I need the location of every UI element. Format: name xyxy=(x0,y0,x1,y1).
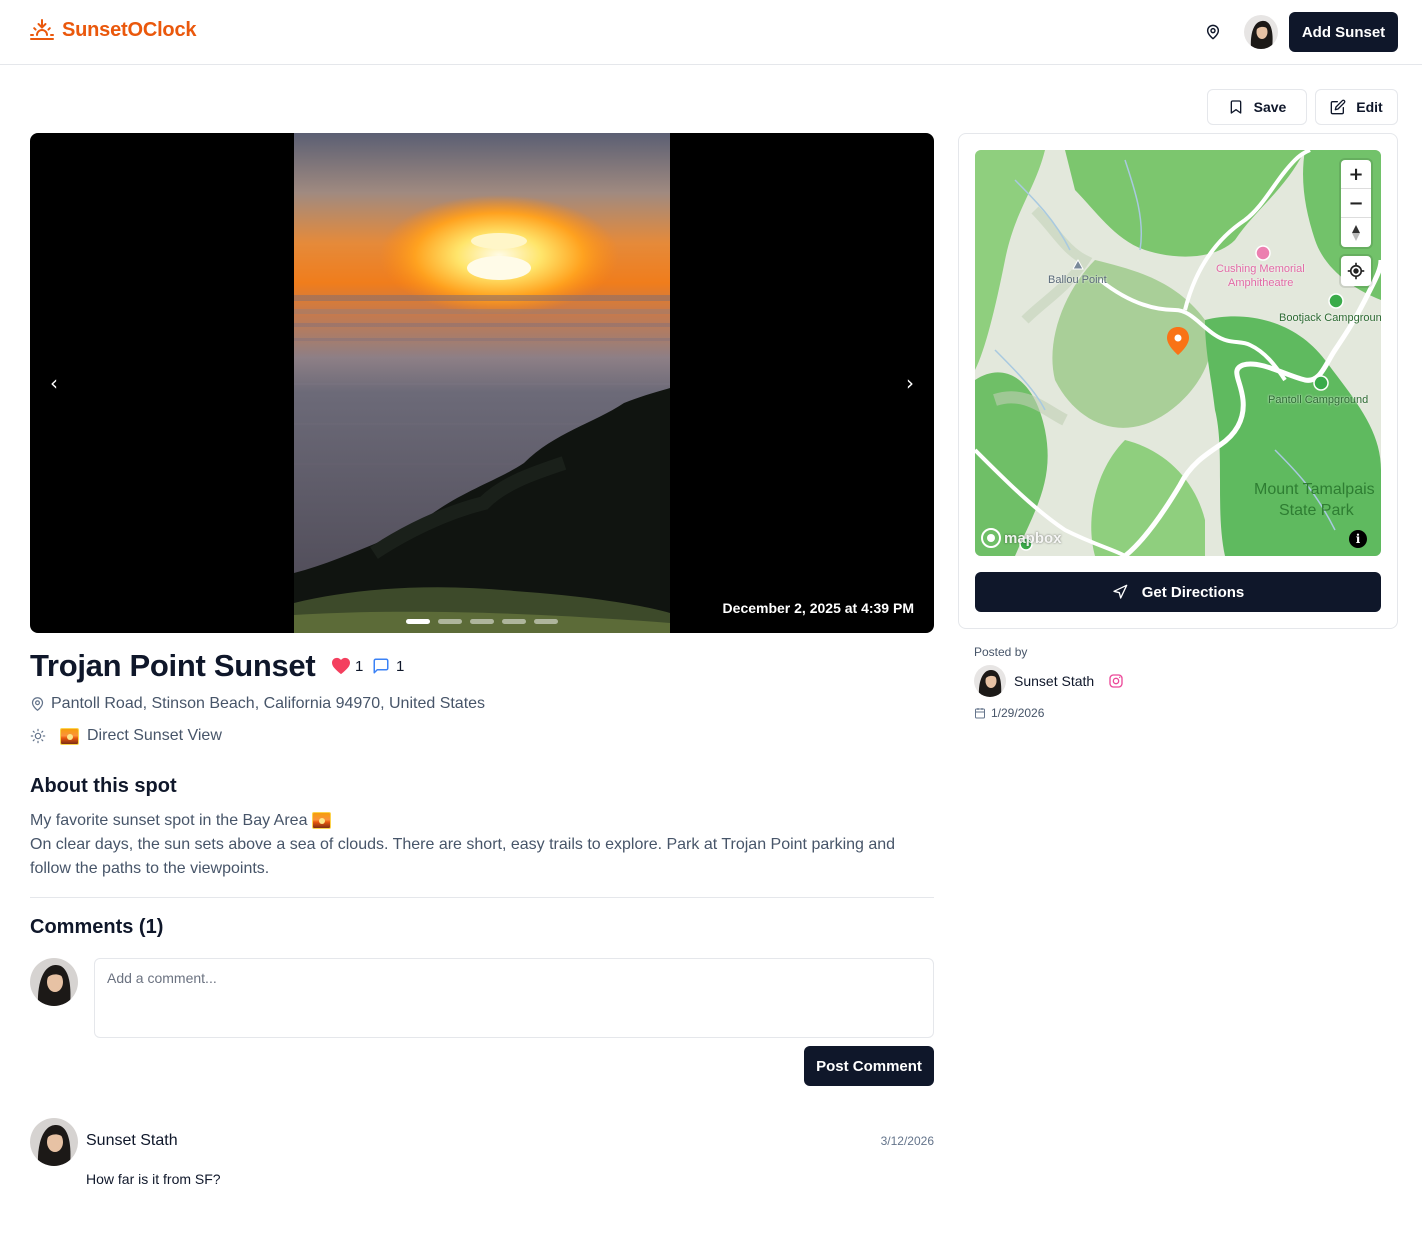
poster-name[interactable]: Sunset Stath xyxy=(1014,673,1094,689)
post-comment-button[interactable]: Post Comment xyxy=(804,1046,934,1086)
map-label-cushing-1: Cushing Memorial xyxy=(1216,263,1305,275)
photo-carousel: ‹ › December 2, 2025 at 4:39 PM xyxy=(30,133,934,633)
about-line-1: My favorite sunset spot in the Bay Area xyxy=(30,809,934,833)
map-label-cushing-2: Amphitheatre xyxy=(1228,277,1294,289)
geolocate-button[interactable] xyxy=(1341,256,1371,286)
calendar-icon xyxy=(975,708,985,719)
comment-author-name[interactable]: Sunset Stath xyxy=(86,1132,178,1150)
photo-timestamp: December 2, 2025 at 4:39 PM xyxy=(722,600,914,616)
bookmark-icon xyxy=(1230,100,1241,114)
comment-author-avatar[interactable] xyxy=(30,1118,78,1166)
about-description: My favorite sunset spot in the Bay Area … xyxy=(30,809,934,881)
comment-input[interactable] xyxy=(94,958,934,1038)
zoom-in-button[interactable]: + xyxy=(1341,160,1371,189)
map-pin-icon xyxy=(1206,24,1220,40)
get-directions-label: Get Directions xyxy=(1141,583,1245,601)
sunset-logo-icon xyxy=(30,19,54,40)
like-button[interactable]: 1 xyxy=(331,657,363,675)
sunset-emoji-icon xyxy=(311,812,331,830)
instagram-link[interactable] xyxy=(1108,673,1124,689)
brand-name: SunsetOClock xyxy=(62,18,197,41)
poster-avatar[interactable] xyxy=(974,665,1006,697)
compass-icon xyxy=(1352,224,1360,241)
user-avatar[interactable] xyxy=(1244,15,1278,49)
mapbox-logo-icon xyxy=(981,528,1001,548)
sun-icon xyxy=(30,728,46,744)
like-count: 1 xyxy=(355,657,364,675)
carousel-dot[interactable] xyxy=(438,619,462,624)
carousel-dot[interactable] xyxy=(534,619,558,624)
map-label-bootjack: Bootjack Campground xyxy=(1279,312,1381,324)
brand-logo-link[interactable]: SunsetOClock xyxy=(30,18,197,42)
comment-date: 3/12/2026 xyxy=(880,1134,934,1148)
carousel-indicators xyxy=(406,619,558,624)
address-text: Pantoll Road, Stinson Beach, California … xyxy=(51,695,486,712)
comment-text: How far is it from SF? xyxy=(86,1171,221,1187)
add-sunset-button[interactable]: Add Sunset xyxy=(1289,12,1398,52)
posted-date: 1/29/2026 xyxy=(974,706,1044,720)
instagram-icon xyxy=(1109,674,1123,688)
carousel-dot[interactable] xyxy=(470,619,494,624)
nearby-location-button[interactable] xyxy=(1202,21,1224,43)
save-button[interactable]: Save xyxy=(1207,89,1307,125)
location-map[interactable]: Ballou Point Cushing Memorial Amphitheat… xyxy=(975,150,1381,556)
edit-label: Edit xyxy=(1356,99,1383,115)
section-divider xyxy=(30,897,934,898)
top-navbar: SunsetOClock Add Sunset xyxy=(0,0,1422,65)
sunset-photo xyxy=(294,133,670,633)
get-directions-button[interactable]: Get Directions xyxy=(975,572,1381,612)
crosshair-icon xyxy=(1347,262,1365,280)
save-label: Save xyxy=(1253,99,1287,115)
carousel-prev-button[interactable]: ‹ xyxy=(40,369,68,397)
zoom-out-button[interactable]: − xyxy=(1341,189,1371,218)
carousel-dot[interactable] xyxy=(502,619,526,624)
view-type-text: Direct Sunset View xyxy=(87,727,222,744)
poster-info: Sunset Stath xyxy=(974,665,1124,697)
comment-count-link[interactable]: 1 xyxy=(372,657,404,675)
about-line-2: On clear days, the sun sets above a sea … xyxy=(30,836,896,877)
carousel-dot[interactable] xyxy=(406,619,430,624)
edit-icon xyxy=(1330,99,1346,115)
spot-address: Pantoll Road, Stinson Beach, California … xyxy=(30,695,485,713)
about-heading: About this spot xyxy=(30,775,177,797)
spot-title: Trojan Point Sunset xyxy=(30,648,316,683)
map-attribution-info-button[interactable]: i xyxy=(1349,530,1367,548)
map-zoom-controls: + − xyxy=(1341,160,1371,247)
sunset-emoji-icon xyxy=(60,727,79,745)
edit-button[interactable]: Edit xyxy=(1315,89,1398,125)
navigation-icon xyxy=(1113,584,1128,599)
compass-button[interactable] xyxy=(1341,218,1371,247)
amphitheatre-marker-icon xyxy=(1255,245,1271,261)
posted-by-label: Posted by xyxy=(974,645,1028,659)
map-label-park-2: State Park xyxy=(1279,502,1354,519)
mapbox-logo[interactable]: mapbox xyxy=(981,528,1062,548)
posted-date-text: 1/29/2026 xyxy=(991,706,1045,720)
campground-marker-icon xyxy=(1313,375,1329,391)
message-square-icon xyxy=(373,658,389,674)
comments-heading: Comments (1) xyxy=(30,916,164,938)
map-label-ballou-point: Ballou Point xyxy=(1048,274,1107,286)
comment-count: 1 xyxy=(396,657,405,675)
view-type: Direct Sunset View xyxy=(30,727,222,745)
campground-marker-icon xyxy=(1328,293,1344,309)
heart-icon xyxy=(332,657,350,675)
map-label-park-1: Mount Tamalpais xyxy=(1254,481,1375,498)
mapbox-logo-text: mapbox xyxy=(1004,529,1062,547)
map-label-pantoll: Pantoll Campground xyxy=(1268,394,1369,406)
carousel-next-button[interactable]: › xyxy=(896,369,924,397)
current-user-avatar xyxy=(30,958,78,1006)
map-pin-icon xyxy=(31,697,44,711)
map-card: Ballou Point Cushing Memorial Amphitheat… xyxy=(958,133,1398,629)
